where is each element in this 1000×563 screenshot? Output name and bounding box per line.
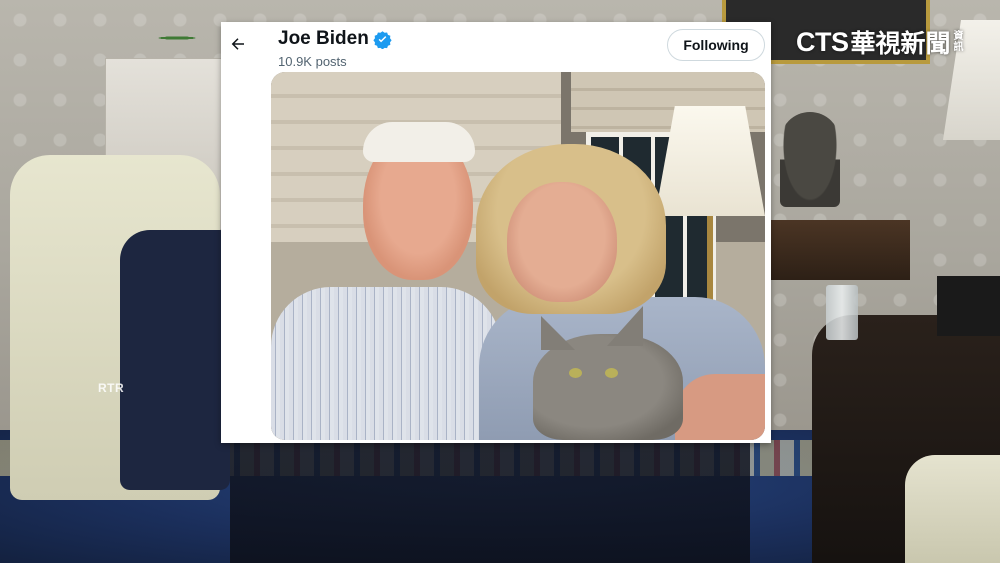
console-table — [770, 220, 910, 280]
tissue-box — [937, 276, 1000, 336]
back-button[interactable] — [224, 32, 252, 60]
profile-name: Joe Biden — [278, 28, 369, 49]
channel-logo-small: 資訊 — [953, 31, 964, 53]
profile-name-row: Joe Biden — [278, 28, 392, 50]
legs-shadow — [230, 440, 750, 563]
channel-logo-latin: CTS — [796, 26, 849, 57]
post-photo[interactable] — [271, 72, 765, 440]
post-count: 10.9K posts — [278, 54, 347, 69]
armchair-right — [905, 455, 1000, 563]
water-glass — [826, 285, 858, 340]
photo-man-shirt — [271, 287, 501, 440]
photo-arm — [675, 374, 765, 440]
photo-cat-eye-right — [605, 368, 618, 378]
agency-watermark: RTR — [98, 381, 125, 395]
channel-logo: CTS 華視新聞 資訊 — [796, 26, 966, 59]
profile-card: Joe Biden 10.9K posts Following — [221, 22, 771, 443]
photo-woman-face — [507, 182, 617, 302]
verified-badge-icon — [373, 30, 392, 49]
channel-logo-cjk: 華視新聞 — [850, 30, 951, 58]
seated-person — [120, 230, 230, 490]
photo-man-hair — [363, 122, 475, 162]
photo-cat-eye-left — [569, 368, 582, 378]
arrow-left-icon — [229, 35, 247, 58]
following-button[interactable]: Following — [667, 29, 765, 61]
bust-sculpture — [780, 112, 840, 207]
